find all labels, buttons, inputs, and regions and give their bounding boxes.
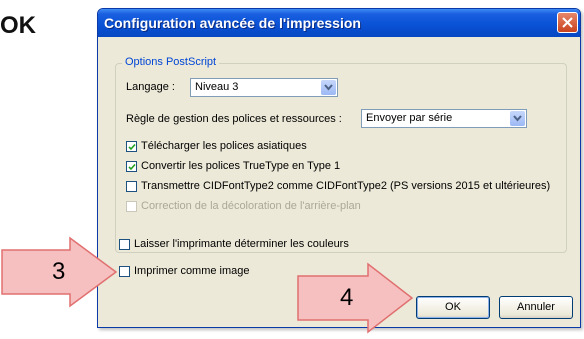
option-label: Correction de la décoloration de l'arriè… bbox=[141, 200, 361, 212]
checkbox bbox=[126, 201, 137, 212]
close-button[interactable] bbox=[557, 12, 578, 33]
option-label: Transmettre CIDFontType2 comme CIDFontTy… bbox=[141, 180, 551, 192]
option-label: Télécharger les polices asiatiques bbox=[141, 140, 307, 152]
font-rule-select-value: Envoyer par série bbox=[366, 112, 453, 124]
ok-heading: OK bbox=[0, 12, 36, 39]
font-rule-label: Règle de gestion des polices et ressourc… bbox=[126, 113, 342, 125]
language-select-value: Niveau 3 bbox=[195, 81, 239, 93]
language-label: Langage : bbox=[126, 81, 175, 93]
option-label: Convertir les polices TrueType en Type 1 bbox=[141, 160, 341, 172]
checkbox[interactable] bbox=[126, 161, 137, 172]
step4-arrow bbox=[297, 262, 414, 334]
option-label: Laisser l'imprimante déterminer les coul… bbox=[134, 238, 349, 250]
checkbox[interactable] bbox=[126, 181, 137, 192]
step4-number: 4 bbox=[340, 284, 354, 311]
checkbox[interactable] bbox=[126, 141, 137, 152]
step4-arrow-shape bbox=[297, 262, 414, 334]
cancel-button[interactable]: Annuler bbox=[499, 296, 573, 319]
option-label: Imprimer comme image bbox=[134, 265, 250, 277]
checkbox[interactable] bbox=[119, 266, 130, 277]
step3-number: 3 bbox=[52, 258, 66, 285]
checkbox[interactable] bbox=[119, 239, 130, 250]
check-icon bbox=[128, 163, 136, 171]
group-legend: Options PostScript bbox=[122, 56, 220, 68]
language-select[interactable]: Niveau 3 bbox=[190, 78, 338, 97]
dialog-titlebar[interactable]: Configuration avancée de l'impression bbox=[98, 9, 580, 37]
ok-button[interactable]: OK bbox=[416, 296, 490, 319]
postscript-options-group: Options PostScript Langage : Niveau 3 Rè… bbox=[115, 56, 567, 253]
font-rule-select[interactable]: Envoyer par série bbox=[361, 109, 527, 128]
chevron-down-icon[interactable] bbox=[510, 111, 525, 126]
dialog-title: Configuration avancée de l'impression bbox=[104, 15, 361, 31]
close-icon bbox=[562, 17, 573, 28]
check-icon bbox=[128, 143, 136, 151]
chevron-down-icon[interactable] bbox=[321, 80, 336, 95]
